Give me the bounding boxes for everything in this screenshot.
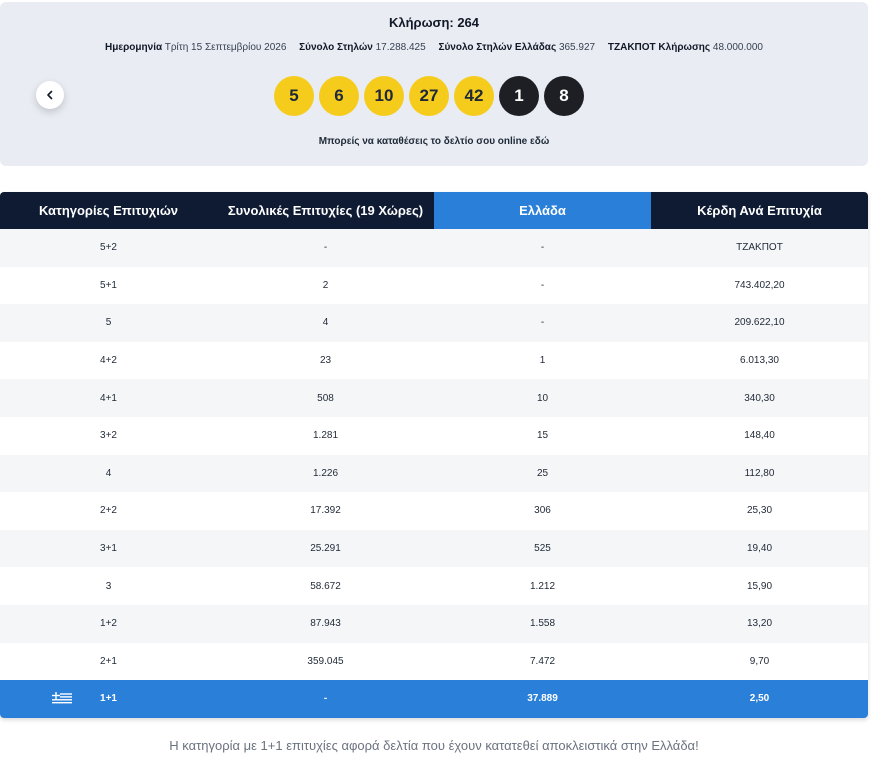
row-category: 5+1: [100, 279, 117, 291]
row-prize: 19,40: [746, 543, 773, 555]
row-greece-winners: 7.472: [529, 655, 556, 667]
table-row: 3+1 25.291 525 19,40: [0, 529, 868, 568]
row-greece-winners: 525: [534, 543, 551, 555]
row-category: 4: [105, 467, 112, 479]
table-row: 1+2 87.943 1.558 13,20: [0, 604, 868, 643]
header-total-winners: Συνολικές Επιτυχίες (19 Χώρες): [217, 192, 434, 229]
previous-draw-button[interactable]: [36, 81, 64, 109]
row-prize: 112,80: [744, 467, 775, 479]
table-header: Κατηγορίες Επιτυχιών Συνολικές Επιτυχίες…: [0, 192, 868, 229]
table-row: 2+2 17.392 306 25,30: [0, 492, 868, 530]
greece-columns: Σύνολο Στηλών Ελλάδας 365.927: [438, 42, 596, 53]
draw-info-panel: Κλήρωση: 264 Ημερομηνία Τρίτη 15 Σεπτεμβ…: [0, 2, 868, 166]
row-category: 2+1: [100, 655, 117, 667]
row-greece-winners: -: [540, 242, 545, 254]
row-total-winners: -: [323, 693, 328, 705]
footnote-text: Η κατηγορία με 1+1 επιτυχίες αφορά δελτί…: [169, 738, 699, 753]
row-prize: 15,90: [746, 580, 773, 592]
table-row: 4+2 23 1 6.013,30: [0, 341, 868, 380]
row-prize: 2,50: [749, 693, 770, 705]
table-row: 5+2 - - ΤΖΑΚΠΟΤ: [0, 229, 868, 267]
draw-title: Κλήρωση: 264: [388, 15, 480, 30]
row-category: 3+2: [100, 430, 117, 442]
table-row: 5+1 2 - 743.402,20: [0, 266, 868, 305]
table-row: 4+1 508 10 340,30: [0, 379, 868, 417]
table-row: 4 1.226 25 112,80: [0, 454, 868, 493]
row-total-winners: 1.226: [312, 467, 339, 479]
row-greece-winners: -: [540, 317, 545, 329]
row-total-winners: 2: [322, 279, 329, 291]
table-body: 5+2 - - ΤΖΑΚΠΟΤ 5+1 2 - 743.402,20 5 4 - 209.622,10…: [0, 229, 868, 681]
table-row: 3+2 1.281 15 148,40: [0, 416, 868, 455]
draw-date: Ημερομηνία Τρίτη 15 Σεπτεμβρίου 2026: [105, 42, 287, 53]
greek-flag-icon: [52, 692, 72, 706]
row-category: 5: [105, 317, 112, 329]
row-category: 1+2: [100, 618, 117, 630]
row-category: 1+1: [0, 680, 217, 718]
number-ball: 5: [274, 76, 314, 116]
header-categories: Κατηγορίες Επιτυχιών: [0, 192, 217, 229]
row-prize: 13,20: [746, 618, 773, 630]
row-category: 4+1: [100, 392, 117, 404]
row-category: 4+2: [100, 355, 117, 367]
row-greece-winners: -: [540, 279, 545, 291]
greek-category-row: 1+1 - 37.889 2,50: [0, 680, 868, 718]
row-total-winners: 23: [319, 355, 332, 367]
row-category: 3: [105, 580, 112, 592]
number-ball: 6: [319, 76, 359, 116]
row-total-winners: 25.291: [310, 543, 341, 555]
star-number-ball: 1: [499, 76, 539, 116]
row-category: 3+1: [100, 543, 117, 555]
row-prize: 9,70: [749, 655, 770, 667]
row-greece-winners: 15: [536, 430, 549, 442]
number-ball: 10: [364, 76, 404, 116]
row-greece-winners: 306: [534, 505, 551, 517]
winning-numbers: 5 6 10 27 42 1 8: [274, 76, 584, 116]
number-ball: 42: [454, 76, 494, 116]
row-total-winners: -: [323, 242, 328, 254]
table-row: 2+1 359.045 7.472 9,70: [0, 642, 868, 681]
row-prize: 340,30: [744, 392, 775, 404]
number-ball: 27: [409, 76, 449, 116]
total-columns: Σύνολο Στηλών 17.288.425: [299, 42, 426, 53]
row-greece-winners: 1: [539, 355, 546, 367]
draw-meta-row: Ημερομηνία Τρίτη 15 Σεπτεμβρίου 2026 Σύν…: [0, 42, 868, 53]
row-total-winners: 1.281: [312, 430, 339, 442]
row-prize: 25,30: [746, 505, 773, 517]
row-greece-winners: 1.558: [529, 618, 556, 630]
prize-results-table: Κατηγορίες Επιτυχιών Συνολικές Επιτυχίες…: [0, 192, 868, 718]
draw-jackpot: ΤΖΑΚΠΟΤ Κλήρωσης 48.000.000: [607, 42, 763, 53]
row-total-winners: 359.045: [307, 655, 344, 667]
row-total-winners: 58.672: [310, 580, 341, 592]
chevron-left-icon: [47, 90, 53, 100]
row-category: 5+2: [100, 242, 117, 254]
row-prize: 6.013,30: [740, 355, 779, 367]
table-row: 5 4 - 209.622,10: [0, 304, 868, 342]
row-total-winners: 87.943: [310, 618, 341, 630]
row-prize: 148,40: [744, 430, 775, 442]
star-number-ball: 8: [544, 76, 584, 116]
row-prize: 743.402,20: [734, 279, 785, 291]
online-ticket-link[interactable]: Μπορείς να καταθέσεις το δελτίο σου onli…: [0, 136, 868, 147]
row-total-winners: 508: [317, 392, 334, 404]
row-greece-winners: 10: [536, 392, 549, 404]
row-greece-winners: 25: [536, 467, 549, 479]
row-prize: ΤΖΑΚΠΟΤ: [736, 242, 783, 254]
row-total-winners: 17.392: [310, 505, 341, 517]
row-greece-winners: 37.889: [527, 693, 558, 705]
header-prize-per-winner: Κέρδη Ανά Επιτυχία: [651, 192, 868, 229]
row-total-winners: 4: [322, 317, 329, 329]
row-greece-winners: 1.212: [529, 580, 556, 592]
table-row: 3 58.672 1.212 15,90: [0, 567, 868, 605]
row-category: 2+2: [100, 505, 117, 517]
header-greece: Ελλάδα: [434, 192, 651, 229]
row-prize: 209.622,10: [734, 317, 785, 329]
